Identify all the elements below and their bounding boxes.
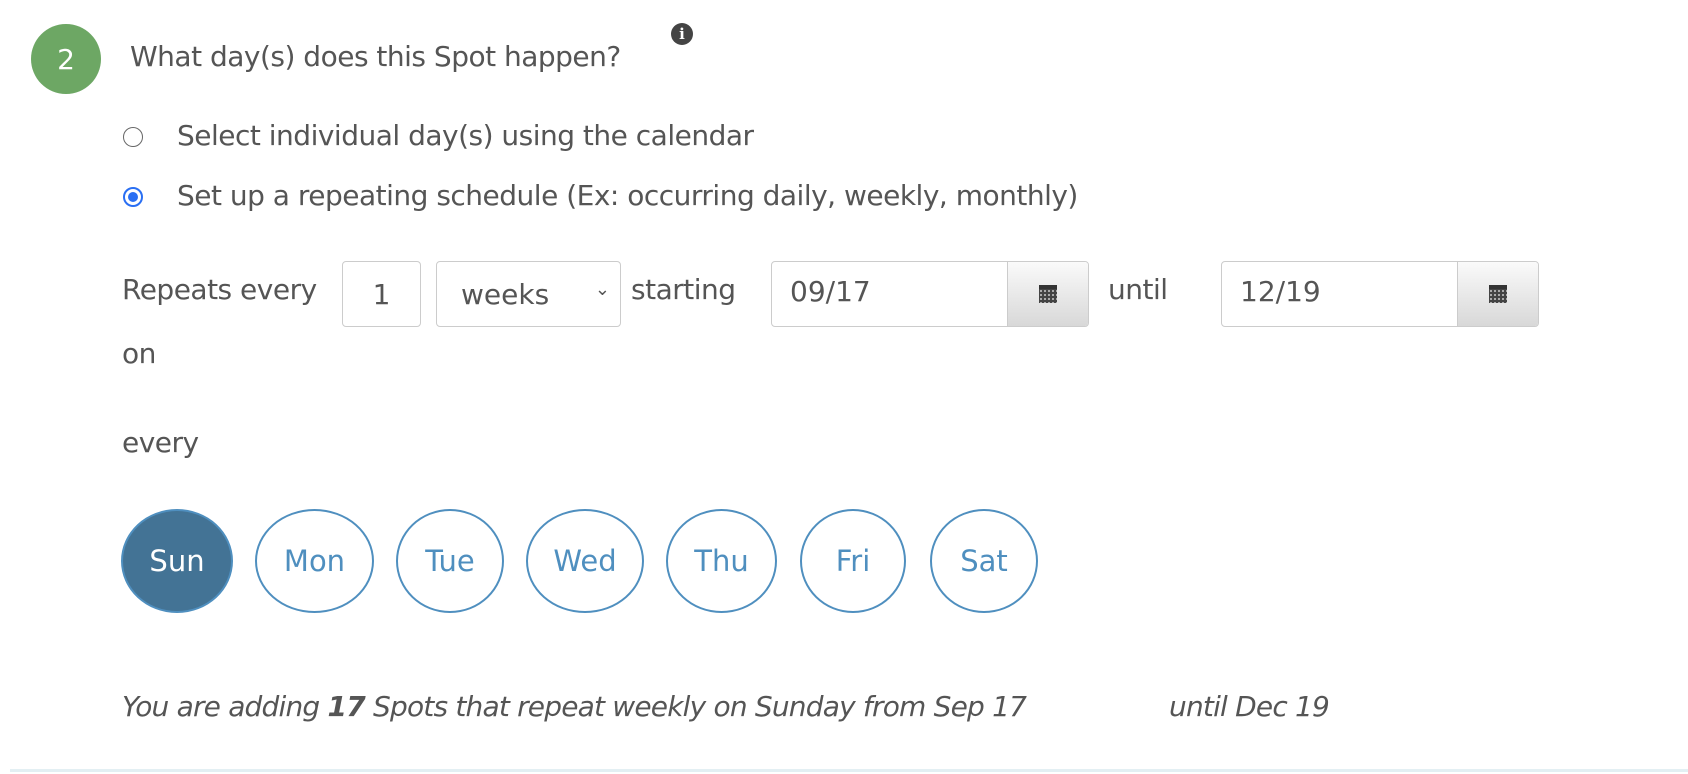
chevron-down-icon: ⌄ [594,279,610,300]
radio-repeating-schedule-label[interactable]: Set up a repeating schedule (Ex: occurri… [177,179,1078,212]
unit-select[interactable]: weeks ⌄ [436,261,621,327]
day-fri-button[interactable]: Fri [800,509,906,613]
day-sun-button[interactable]: Sun [121,509,233,613]
interval-input[interactable]: 1 [342,261,421,327]
section-divider [10,769,1688,772]
start-date-input[interactable]: 09/17 [771,261,1089,327]
calendar-icon [1039,285,1057,303]
radio-repeating-schedule[interactable] [123,187,143,207]
radio-individual-days[interactable] [123,127,143,147]
end-date-input[interactable]: 12/19 [1221,261,1539,327]
day-sat-button[interactable]: Sat [930,509,1038,613]
radio-individual-days-label[interactable]: Select individual day(s) using the calen… [177,119,754,152]
unit-select-value: weeks [461,277,550,311]
summary-prefix: You are adding [122,690,328,723]
summary-until: until Dec 19 [1169,690,1330,723]
question-title: What day(s) does this Spot happen? [130,40,621,73]
day-thu-button[interactable]: Thu [666,509,777,613]
on-label: on [122,337,156,370]
repeats-every-label: Repeats every [122,273,317,306]
every-label: every [122,426,199,459]
until-label: until [1108,273,1168,306]
start-date-value: 09/17 [790,275,871,308]
step-number-badge: 2 [31,24,101,94]
end-date-calendar-button[interactable] [1457,262,1538,326]
day-wed-button[interactable]: Wed [526,509,644,613]
summary-middle: Spots that repeat weekly on Sunday from … [364,690,1027,723]
summary-text: You are adding 17 Spots that repeat week… [122,690,1027,723]
summary-count: 17 [327,690,366,723]
end-date-value: 12/19 [1240,275,1321,308]
day-mon-button[interactable]: Mon [255,509,374,613]
start-date-calendar-button[interactable] [1007,262,1088,326]
info-icon[interactable]: i [671,23,693,45]
starting-label: starting [631,273,736,306]
day-tue-button[interactable]: Tue [396,509,504,613]
calendar-icon [1489,285,1507,303]
